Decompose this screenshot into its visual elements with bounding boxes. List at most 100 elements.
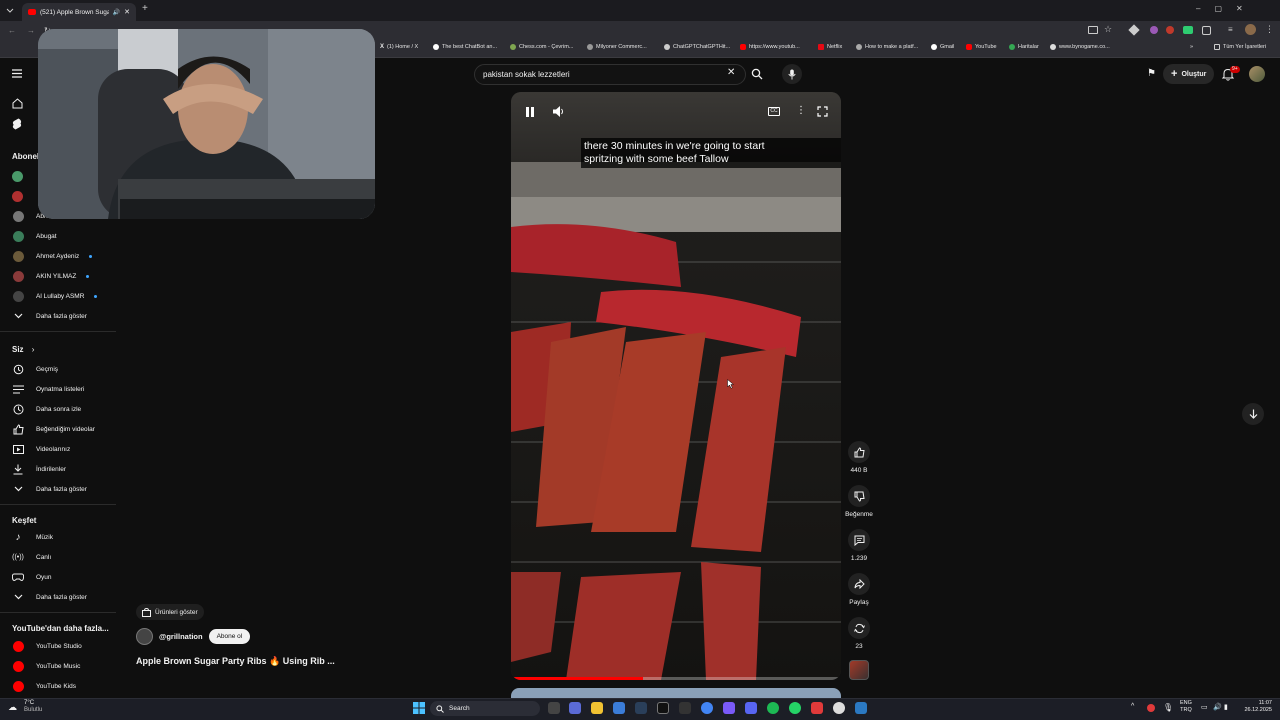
all-bookmarks-folder[interactable]: Tüm Yer İşaretleri xyxy=(1214,44,1266,50)
subscription-avatar[interactable] xyxy=(12,191,23,202)
close-tab-icon[interactable]: ✕ xyxy=(124,8,130,16)
profile-avatar[interactable] xyxy=(1245,24,1256,35)
dislike-button[interactable]: Beğenme xyxy=(844,485,874,518)
share-button[interactable]: Paylaş xyxy=(844,573,874,606)
volume-tray-icon[interactable]: 🔊 xyxy=(1213,703,1222,711)
show-products-button[interactable]: Ürünleri göster xyxy=(136,604,204,620)
extension-diamond-icon[interactable] xyxy=(1128,24,1140,36)
create-button[interactable]: + Oluştur xyxy=(1163,64,1215,84)
weather-icon[interactable]: ☁ xyxy=(8,702,17,713)
bookmark-item[interactable]: YouTube xyxy=(966,44,997,50)
next-short-preview[interactable] xyxy=(511,688,841,698)
clock[interactable]: 11:07 26.12.2025 xyxy=(1236,700,1272,714)
battery-icon[interactable]: ▮ xyxy=(1224,703,1228,711)
next-short-button[interactable] xyxy=(1242,403,1264,425)
extension-purple-icon[interactable] xyxy=(1150,26,1158,34)
bookmark-item[interactable]: Gmail xyxy=(931,44,954,50)
subscription-item[interactable]: Ahmet Aydeniz xyxy=(12,248,93,264)
sidebar-item-history[interactable]: Geçmiş xyxy=(12,361,58,377)
account-avatar[interactable] xyxy=(1249,66,1265,82)
microphone-tray-icon[interactable]: 🎙 xyxy=(1163,703,1173,712)
channel-handle[interactable]: @grillnation xyxy=(159,632,203,641)
app-icon[interactable] xyxy=(833,702,845,714)
bookmark-item[interactable]: Haritalar xyxy=(1009,44,1039,50)
bookmark-item[interactable]: How to make a platf... xyxy=(856,44,918,50)
sidebar-item-gaming[interactable]: Oyun xyxy=(12,569,52,585)
volume-icon[interactable] xyxy=(552,105,565,118)
bookmark-item[interactable]: ChatGPTChatGPTHit... xyxy=(664,44,730,50)
comments-button[interactable]: 1.239 xyxy=(844,529,874,562)
bookmarks-overflow-icon[interactable]: » xyxy=(1190,44,1193,50)
subscription-item[interactable]: Al Lullaby ASMR xyxy=(12,288,98,304)
subscription-avatar[interactable] xyxy=(12,171,23,182)
new-tab-button[interactable]: + xyxy=(142,3,148,14)
channel-avatar[interactable] xyxy=(136,628,153,645)
task-view-icon[interactable] xyxy=(548,702,560,714)
video-title[interactable]: Apple Brown Sugar Party Ribs 🔥 Using Rib… xyxy=(136,656,335,667)
show-more-subscriptions[interactable]: Daha fazla göster xyxy=(12,308,87,324)
sidebar-item-youtube-kids[interactable]: YouTube Kids xyxy=(12,678,76,694)
bookmark-star-icon[interactable]: ☆ xyxy=(1104,24,1112,35)
media-control-icon[interactable]: ≡ xyxy=(1228,25,1233,34)
shorts-video-player[interactable]: CC ⋮ xyxy=(511,92,841,680)
tray-app-icon[interactable] xyxy=(1147,704,1155,712)
discord-app-icon[interactable] xyxy=(745,702,757,714)
widgets-app-icon[interactable] xyxy=(569,702,581,714)
cast-to-tv-icon[interactable]: ⚑ xyxy=(1147,68,1156,79)
app-icon[interactable] xyxy=(679,702,691,714)
subscribe-button[interactable]: Abone ol xyxy=(208,629,251,644)
home-icon[interactable] xyxy=(12,98,23,109)
search-input[interactable]: pakistan sokak lezzetleri xyxy=(474,64,746,85)
bookmark-item[interactable]: Milyoner Commerc... xyxy=(587,44,647,50)
file-explorer-icon[interactable] xyxy=(591,702,603,714)
network-icon[interactable]: ▭ xyxy=(1201,703,1208,711)
bookmark-item[interactable]: Chess.com - Çevrim... xyxy=(510,44,573,50)
sidebar-item-liked-videos[interactable]: Beğendiğim videolar xyxy=(12,421,95,437)
more-options-icon[interactable]: ⋮ xyxy=(796,105,806,116)
language-indicator[interactable]: ENG TRQ xyxy=(1180,700,1192,714)
pause-icon[interactable] xyxy=(525,106,535,118)
search-icon[interactable] xyxy=(751,68,763,80)
voice-search-button[interactable] xyxy=(782,64,802,84)
sidebar-item-music[interactable]: ♪ Müzik xyxy=(12,529,53,545)
taskbar-search[interactable]: Search xyxy=(430,701,540,716)
show-more-you[interactable]: Daha fazla göster xyxy=(12,481,87,497)
sidebar-item-watch-later[interactable]: Daha sonra izle xyxy=(12,401,81,417)
cast-icon[interactable] xyxy=(1088,26,1098,34)
bookmark-item[interactable]: X (1) Home / X xyxy=(380,44,418,50)
windows-start-icon[interactable] xyxy=(413,702,425,714)
media-app-icon[interactable] xyxy=(811,702,823,714)
spotify-app-icon[interactable] xyxy=(767,702,779,714)
active-tab[interactable]: (521) Apple Brown Sugar P 🔊 ✕ xyxy=(22,3,136,21)
app-icon[interactable] xyxy=(855,702,867,714)
extension-red-icon[interactable] xyxy=(1166,26,1174,34)
bookmark-item[interactable]: The best ChatBot an... xyxy=(433,44,497,50)
github-app-icon[interactable] xyxy=(657,702,669,714)
weather-widget[interactable]: 7°C Bulutlu xyxy=(24,700,42,714)
window-controls[interactable]: –▢✕ xyxy=(1196,4,1257,13)
remix-button[interactable]: 23 xyxy=(844,617,874,650)
chrome-app-icon[interactable] xyxy=(701,702,713,714)
steam-app-icon[interactable] xyxy=(635,702,647,714)
clear-search-icon[interactable]: ✕ xyxy=(727,67,735,78)
forward-icon[interactable]: → xyxy=(27,26,35,35)
extension-green-icon[interactable] xyxy=(1183,26,1193,34)
whatsapp-app-icon[interactable] xyxy=(789,702,801,714)
bookmark-item[interactable]: Netflix xyxy=(818,44,842,50)
hamburger-menu-icon[interactable] xyxy=(12,69,22,78)
sidebar-item-youtube-music[interactable]: YouTube Music xyxy=(12,658,80,674)
speaker-icon[interactable]: 🔊 xyxy=(113,9,120,16)
sidebar-item-downloads[interactable]: İndirilenler xyxy=(12,461,66,477)
subscription-item[interactable]: Abugat xyxy=(12,228,57,244)
video-progress-track[interactable] xyxy=(511,677,841,680)
subscription-item[interactable]: AKIN YILMAZ xyxy=(12,268,90,284)
captions-icon[interactable]: CC xyxy=(768,107,780,116)
shorts-icon[interactable] xyxy=(12,118,22,130)
tab-list-chevron-icon[interactable] xyxy=(6,6,14,14)
back-icon[interactable]: ← xyxy=(8,26,16,35)
sidebar-item-playlists[interactable]: Oynatma listeleri xyxy=(12,381,84,397)
tray-chevron-icon[interactable]: ^ xyxy=(1131,703,1134,710)
chat-app-icon[interactable] xyxy=(723,702,735,714)
like-button[interactable]: 440 B xyxy=(844,441,874,474)
store-app-icon[interactable] xyxy=(613,702,625,714)
